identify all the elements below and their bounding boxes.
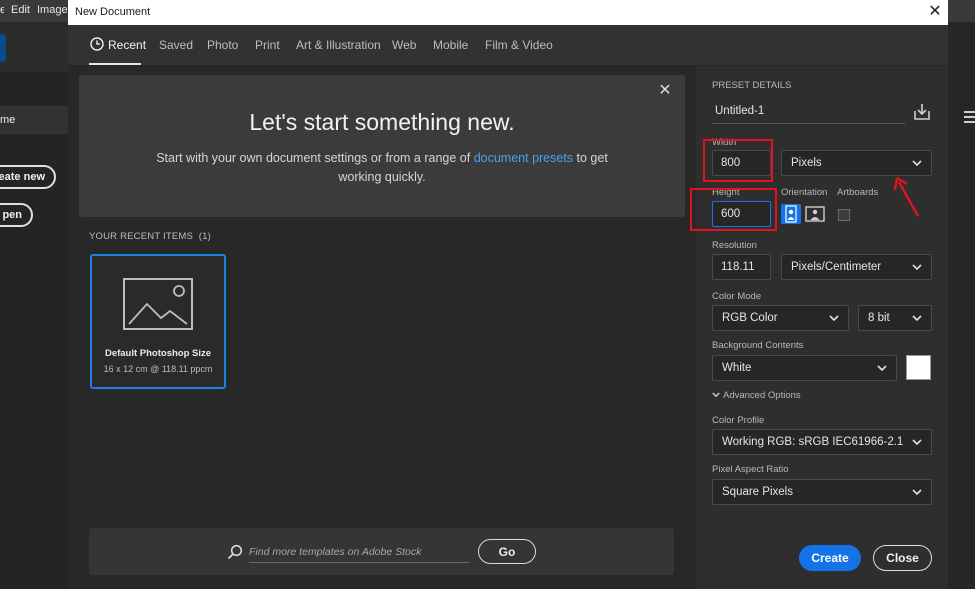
image-placeholder-icon <box>123 278 193 330</box>
tab-web[interactable]: Web <box>392 38 416 52</box>
chevron-down-icon <box>912 439 922 446</box>
app-right-panel <box>948 22 975 589</box>
width-highlight-box <box>703 139 773 182</box>
width-unit-dropdown[interactable]: Pixels <box>781 150 932 176</box>
tab-recent[interactable]: Recent <box>108 38 146 52</box>
color-profile-label: Color Profile <box>712 415 765 426</box>
pixel-aspect-ratio-dropdown[interactable]: Square Pixels <box>712 479 932 505</box>
menu-edit[interactable]: Edit <box>11 4 30 16</box>
background-contents-dropdown[interactable]: White <box>712 355 897 381</box>
background-color-swatch[interactable] <box>906 355 931 380</box>
document-presets-link[interactable]: document presets <box>474 151 573 165</box>
artboards-checkbox[interactable] <box>838 209 850 221</box>
chevron-down-icon <box>912 264 922 271</box>
background-contents-label: Background Contents <box>712 340 804 351</box>
document-name-field[interactable]: Untitled-1 <box>712 100 905 124</box>
banner-close-icon[interactable]: ✕ <box>657 83 673 99</box>
recent-item-card[interactable]: Default Photoshop Size 16 x 12 cm @ 118.… <box>90 254 226 389</box>
chevron-down-icon <box>712 392 720 398</box>
menu-partial: e <box>0 4 4 16</box>
save-preset-icon[interactable] <box>912 102 932 122</box>
search-input[interactable] <box>249 541 469 563</box>
banner-subtitle: Start with your own document settings or… <box>156 151 608 184</box>
resolution-field[interactable]: 118.11 <box>712 254 771 280</box>
close-icon[interactable]: ✕ <box>924 2 946 22</box>
landscape-icon[interactable] <box>805 204 825 224</box>
go-button[interactable]: Go <box>478 539 536 564</box>
resolution-label: Resolution <box>712 240 757 251</box>
create-new-button[interactable]: eate new <box>0 165 56 189</box>
create-button[interactable]: Create <box>799 545 861 571</box>
close-button[interactable]: Close <box>873 545 932 571</box>
welcome-banner: ✕ Let's start something new. Start with … <box>79 75 685 217</box>
color-profile-dropdown[interactable]: Working RGB: sRGB IEC61966-2.1 <box>712 429 932 455</box>
active-tab-indicator <box>89 63 141 65</box>
dialog-title: New Document <box>75 6 151 18</box>
bit-depth-dropdown[interactable]: 8 bit <box>858 305 932 331</box>
search-icon <box>227 544 243 560</box>
sidebar-item-home[interactable]: me <box>0 106 68 134</box>
app-logo <box>0 34 6 62</box>
menu-image[interactable]: Image <box>37 4 68 16</box>
home-label: me <box>0 114 16 126</box>
annotation-arrow <box>893 176 920 217</box>
chevron-down-icon <box>877 365 887 372</box>
app-header <box>0 22 68 72</box>
pixel-aspect-ratio-label: Pixel Aspect Ratio <box>712 464 789 475</box>
tab-film-video[interactable]: Film & Video <box>485 38 553 52</box>
open-button[interactable]: pen <box>0 203 33 227</box>
banner-title: Let's start something new. <box>249 109 515 135</box>
chevron-down-icon <box>912 315 922 322</box>
dialog-titlebar: New Document ✕ <box>68 0 948 25</box>
advanced-options-toggle[interactable]: Advanced Options <box>712 390 801 401</box>
recent-items-count: (1) <box>198 231 211 242</box>
preset-details-heading: PRESET DETAILS <box>712 80 792 91</box>
list-icon[interactable] <box>964 111 975 123</box>
chevron-down-icon <box>912 160 922 167</box>
recent-item-subtitle: 16 x 12 cm @ 118.11 ppcm <box>103 364 213 374</box>
tab-mobile[interactable]: Mobile <box>433 38 468 52</box>
tab-photo[interactable]: Photo <box>207 38 238 52</box>
category-tabs: Recent Saved Photo Print Art & Illustrat… <box>68 25 948 66</box>
orientation-label: Orientation <box>781 187 828 198</box>
chevron-down-icon <box>829 315 839 322</box>
height-highlight-box <box>690 188 777 231</box>
portrait-icon[interactable] <box>781 204 801 224</box>
tab-art-illustration[interactable]: Art & Illustration <box>296 38 381 52</box>
tab-saved[interactable]: Saved <box>159 38 193 52</box>
stock-search-bar: Go <box>89 528 674 575</box>
chevron-down-icon <box>912 489 922 496</box>
recent-pane: ✕ Let's start something new. Start with … <box>68 66 696 589</box>
recent-items-heading: YOUR RECENT ITEMS (1) <box>89 231 211 242</box>
clock-icon <box>90 37 104 51</box>
color-mode-dropdown[interactable]: RGB Color <box>712 305 849 331</box>
new-document-dialog: New Document ✕ Recent Saved Photo Print … <box>68 0 948 589</box>
resolution-unit-dropdown[interactable]: Pixels/Centimeter <box>781 254 932 280</box>
tab-print[interactable]: Print <box>255 38 280 52</box>
color-mode-label: Color Mode <box>712 291 762 302</box>
artboards-label: Artboards <box>837 187 879 198</box>
app-sidebar <box>0 72 68 589</box>
recent-item-title: Default Photoshop Size <box>104 348 212 359</box>
